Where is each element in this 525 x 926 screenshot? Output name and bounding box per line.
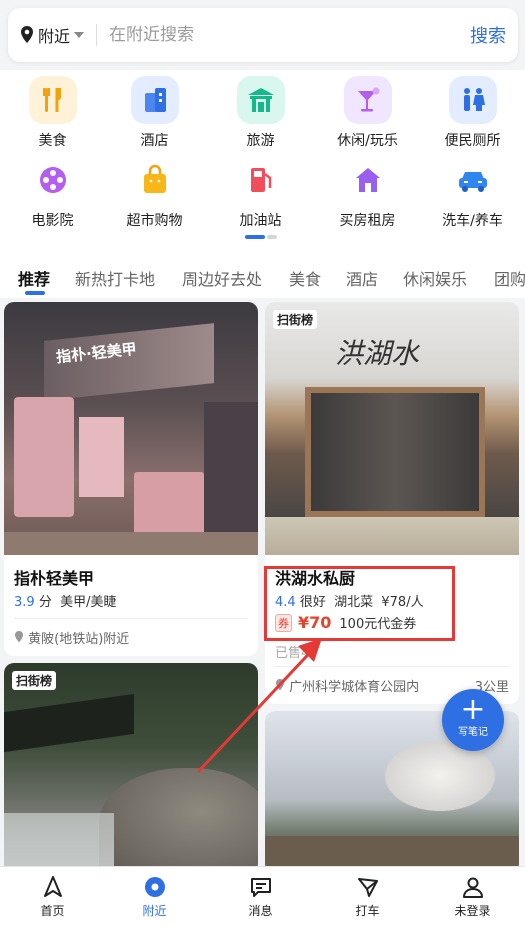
category-real-estate[interactable]: 买房租房 (315, 156, 420, 230)
message-icon (250, 878, 271, 897)
nav-label: 消息 (248, 904, 273, 918)
category-label: 美食 (38, 133, 67, 149)
nav-label: 附近 (142, 904, 167, 918)
category-label: 酒店 (140, 133, 169, 149)
tab-hot-checkin[interactable]: 新热打卡地 (75, 266, 155, 290)
place-category: 美甲/美睫 (60, 595, 117, 610)
annotation-arrow-icon (196, 638, 322, 774)
nav-home[interactable]: 首页 (0, 875, 105, 919)
cocktail-icon (343, 76, 392, 124)
food-icon (28, 76, 77, 124)
nav-label: 打车 (355, 904, 380, 918)
category-label: 旅游 (246, 133, 275, 149)
category-travel[interactable]: 旅游 (208, 76, 313, 150)
nav-label: 首页 (40, 904, 65, 918)
location-label: 附近 (38, 27, 71, 46)
fab-label: 写笔记 (458, 727, 488, 738)
divider (14, 618, 248, 619)
category-hotel[interactable]: 酒店 (102, 76, 207, 150)
place-photo: 洪湖水 (265, 302, 519, 555)
category-grid: 美食 酒店 旅游 休闲/玩乐 便民厕所 电影院 超市购物 加油站 买房租房 洗车… (0, 70, 525, 252)
tab-recommend[interactable]: 推荐 (18, 266, 50, 290)
place-photo: 指朴·轻美甲 (4, 302, 258, 555)
nav-taxi[interactable]: 打车 (315, 875, 420, 919)
rating-unit: 分 (38, 595, 52, 610)
nav-profile[interactable]: 未登录 (420, 875, 525, 919)
location-pin-icon (144, 877, 165, 897)
location-text: 黄陂(地铁站)附近 (28, 632, 130, 647)
car-icon (449, 156, 497, 204)
category-label: 休闲/玩乐 (337, 133, 398, 149)
plus-icon: + (460, 692, 486, 727)
location-pin-icon (15, 631, 23, 643)
house-icon (344, 156, 392, 204)
tab-food[interactable]: 美食 (289, 266, 321, 290)
ranking-badge: 扫街榜 (273, 310, 318, 329)
navigation-arrow-icon (43, 876, 62, 897)
category-label: 电影院 (31, 213, 74, 229)
restroom-icon (448, 76, 497, 124)
fuel-pump-icon (237, 156, 285, 204)
category-label: 加油站 (239, 213, 282, 229)
search-button[interactable]: 搜索 (470, 22, 506, 48)
nav-messages[interactable]: 消息 (208, 875, 313, 919)
rating-score: 3.9 (14, 595, 35, 610)
user-icon (462, 877, 483, 898)
category-car-wash[interactable]: 洗车/养车 (420, 156, 525, 230)
caret-down-icon (74, 32, 85, 38)
feed-tabs: 推荐 新热打卡地 周边好去处 美食 酒店 休闲娱乐 团购 (0, 252, 525, 298)
category-food[interactable]: 美食 (0, 76, 105, 150)
place-card[interactable]: 指朴·轻美甲 指朴轻美甲 3.9 分 美甲/美睫 黄陂(地铁站)附近 (4, 302, 258, 656)
page-indicator (245, 235, 279, 239)
tab-group-buy[interactable]: 团购 (494, 266, 525, 290)
category-gas-station[interactable]: 加油站 (208, 156, 313, 230)
travel-icon (236, 76, 285, 124)
category-label: 买房租房 (339, 213, 396, 229)
place-title: 指朴轻美甲 (14, 569, 95, 588)
shopping-bag-icon (131, 156, 179, 204)
tab-leisure[interactable]: 休闲娱乐 (403, 266, 467, 290)
category-label: 便民厕所 (444, 133, 501, 149)
bottom-navigation: 首页 附近 消息 打车 未登录 (0, 866, 525, 926)
location-selector[interactable]: 附近 (20, 23, 85, 47)
category-leisure[interactable]: 休闲/玩乐 (315, 76, 420, 150)
tab-hotel[interactable]: 酒店 (346, 266, 378, 290)
search-input[interactable] (109, 25, 470, 45)
category-restroom[interactable]: 便民厕所 (420, 76, 525, 150)
write-note-button[interactable]: + 写笔记 (442, 689, 504, 751)
ranking-badge: 扫街榜 (12, 671, 57, 690)
location-pin-icon (21, 26, 33, 43)
place-location: 黄陂(地铁站)附近 (14, 628, 129, 647)
nav-label: 未登录 (454, 904, 491, 918)
category-supermarket[interactable]: 超市购物 (102, 156, 207, 230)
taxi-icon (357, 878, 378, 897)
category-label: 洗车/养车 (442, 213, 503, 229)
search-bar: 附近 搜索 (8, 8, 518, 62)
tab-nearby-places[interactable]: 周边好去处 (182, 266, 262, 290)
tab-indicator (25, 291, 45, 295)
hotel-icon (130, 76, 179, 124)
store-sign: 洪湖水 (335, 337, 420, 370)
category-label: 超市购物 (126, 213, 183, 229)
nav-nearby[interactable]: 附近 (102, 875, 207, 919)
divider (96, 24, 98, 46)
place-rating-row: 3.9 分 美甲/美睫 (14, 591, 117, 610)
category-cinema[interactable]: 电影院 (0, 156, 105, 230)
film-reel-icon (29, 156, 77, 204)
